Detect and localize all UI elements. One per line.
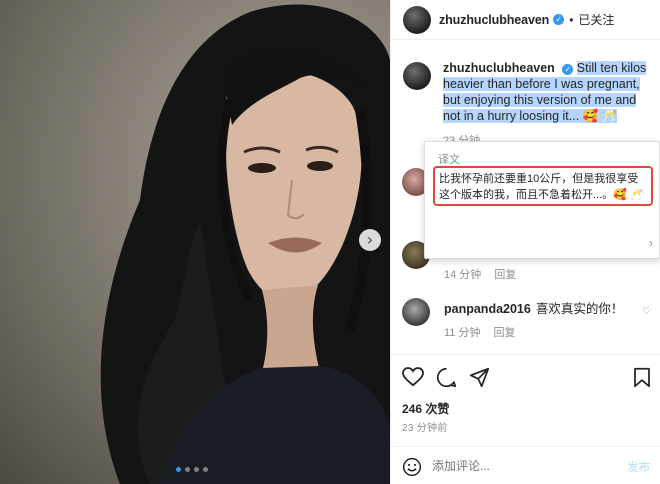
verified-badge-icon: ✓ [553, 14, 565, 25]
reply-button[interactable]: 回复 [494, 327, 516, 339]
avatar[interactable] [403, 5, 431, 34]
comment-meta: 11 分钟 回复 [444, 324, 526, 340]
reply-button[interactable]: 回复 [494, 269, 516, 281]
carousel-dot [185, 467, 190, 472]
carousel-dot [194, 467, 199, 472]
like-comment-icon[interactable]: ♡ [642, 306, 651, 317]
comment: panpanda2016 喜欢真实的你！ [444, 298, 623, 317]
post-actions [390, 354, 660, 394]
comment-time: 14 分钟 [444, 269, 482, 281]
post-comment-button[interactable]: 发布 [627, 459, 650, 475]
comment-input[interactable] [432, 459, 612, 473]
caption-avatar[interactable] [403, 62, 431, 90]
translation-popup: 译文 比我怀孕前还要重10公斤，但是我很享受这个版本的我，而且不急着松开...。… [424, 141, 660, 259]
caption-username[interactable]: zhuzhuclubheaven [443, 61, 555, 75]
carousel-indicators [176, 467, 208, 472]
bookmark-icon[interactable] [633, 367, 651, 388]
comment-bar: 发布 [390, 446, 660, 484]
caption: zhuzhuclubheaven ✓ Still ten kilos heavi… [403, 60, 653, 124]
chevron-right-icon[interactable]: › [649, 236, 653, 250]
comment-text: 喜欢真实的你！ [535, 302, 624, 316]
carousel-next-button[interactable]: › [359, 229, 381, 251]
post-photo[interactable]: › [0, 0, 390, 484]
heart-icon[interactable] [402, 367, 424, 387]
comment-meta: 14 分钟 回复 [444, 266, 526, 282]
translation-title: 译文 [438, 154, 460, 166]
header-separator: • [569, 12, 574, 27]
comment-icon[interactable] [436, 367, 457, 388]
comment-time: 11 分钟 [444, 327, 481, 339]
emoji-icon[interactable] [402, 457, 422, 477]
post-timestamp: 23 分钟前 [402, 423, 448, 434]
commenter-avatar[interactable] [402, 298, 430, 326]
verified-badge-icon: ✓ [562, 64, 574, 75]
carousel-dot [176, 467, 181, 472]
like-count[interactable]: 246 次赞 [402, 400, 449, 417]
carousel-dot [203, 467, 208, 472]
post-header: zhuzhuclubheaven ✓ • 已关注 [391, 0, 660, 40]
portrait-illustration [100, 4, 390, 484]
comment-username[interactable]: panpanda2016 [444, 302, 531, 316]
translation-text: 比我怀孕前还要重10公斤，但是我很享受这个版本的我，而且不急着松开...。🥰 🥂 [433, 166, 653, 206]
follow-status-button[interactable]: 已关注 [578, 11, 614, 28]
header-username[interactable]: zhuzhuclubheaven [439, 13, 549, 27]
share-icon[interactable] [469, 367, 490, 388]
